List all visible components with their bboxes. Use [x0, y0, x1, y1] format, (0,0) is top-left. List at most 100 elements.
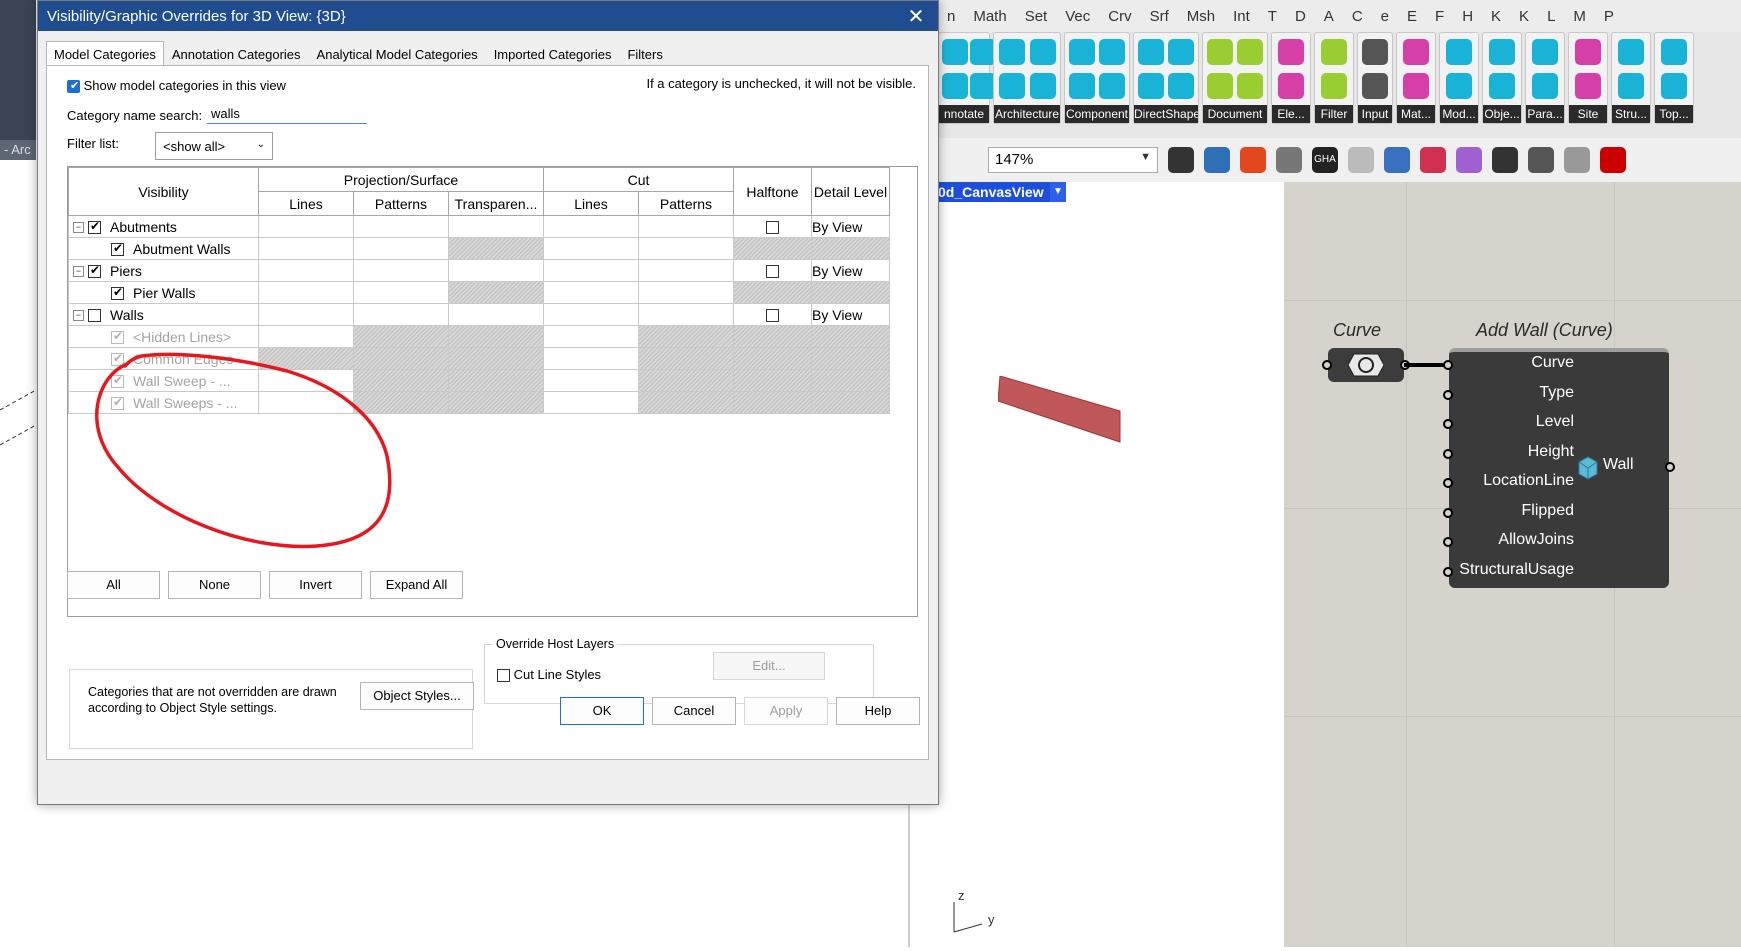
visibility-cell[interactable]: − Walls [68, 303, 259, 326]
override-cell[interactable] [448, 303, 544, 326]
detail-level-cell[interactable] [811, 391, 890, 414]
cancel-button[interactable]: Cancel [652, 697, 736, 725]
ribbon-group-label[interactable]: Stru... [1612, 105, 1650, 123]
input-port[interactable] [1443, 537, 1453, 547]
halftone-cell[interactable] [733, 391, 812, 414]
edit-button[interactable]: Edit... [713, 652, 825, 680]
tab-model-categories[interactable]: Model Categories [46, 41, 164, 65]
col-detail-level[interactable]: Detail Level [811, 167, 890, 216]
table-row[interactable]: Wall Sweeps - ... [68, 391, 890, 414]
component-icon[interactable] [1489, 73, 1515, 99]
revit-view-tab[interactable]: - Arc [0, 140, 36, 160]
ribbon-group-label[interactable]: Top... [1655, 105, 1693, 123]
override-cell[interactable] [353, 259, 449, 282]
ribbon-group-label[interactable]: Mat... [1397, 105, 1435, 123]
visibility-cell[interactable]: Wall Sweep - ... [68, 369, 259, 392]
override-cell[interactable] [543, 281, 639, 304]
override-cell[interactable] [258, 369, 354, 392]
component-icon[interactable] [998, 73, 1025, 99]
input-port[interactable] [1443, 448, 1453, 459]
component-icon[interactable] [1207, 39, 1233, 65]
table-row[interactable]: Common Edges [68, 347, 890, 370]
override-cell[interactable] [258, 347, 354, 370]
component-icon[interactable] [1489, 39, 1515, 65]
ribbon-group-label[interactable]: Ele... [1272, 105, 1310, 123]
table-row[interactable]: − Abutments By View [68, 215, 890, 238]
override-cell[interactable] [543, 369, 639, 392]
override-cell[interactable] [638, 347, 734, 370]
override-cell[interactable] [353, 303, 449, 326]
gh-menu-item[interactable]: Math [964, 8, 1015, 25]
override-cell[interactable] [543, 391, 639, 414]
visibility-cell[interactable]: <Hidden Lines> [68, 325, 259, 348]
override-cell[interactable] [448, 215, 544, 238]
canvas-view-tab[interactable]: 0d_CanvasView ▼ [938, 182, 1066, 202]
detail-level-cell[interactable] [811, 281, 890, 304]
col-cut-lines[interactable]: Lines [543, 191, 639, 216]
override-cell[interactable] [448, 369, 544, 392]
ribbon-group-label[interactable]: Mod... [1440, 105, 1478, 123]
override-cell[interactable] [543, 259, 639, 282]
override-cell[interactable] [638, 303, 734, 326]
gh-menu-item[interactable]: H [1453, 8, 1482, 25]
component-icon[interactable] [1138, 73, 1164, 99]
invert-button[interactable]: Invert [269, 571, 362, 599]
visibility-checkbox[interactable] [88, 309, 101, 323]
sketch-icon[interactable] [1240, 147, 1266, 173]
override-cell[interactable] [448, 237, 544, 260]
detail-level-cell[interactable] [811, 347, 890, 370]
gh-menu-item[interactable]: T [1259, 8, 1286, 25]
component-icon[interactable] [1099, 39, 1125, 65]
visibility-checkbox[interactable] [111, 373, 124, 389]
collapse-icon[interactable]: − [73, 222, 84, 234]
component-icon[interactable] [1446, 73, 1472, 99]
override-cell[interactable] [258, 281, 354, 304]
gh-menu-item[interactable]: Msh [1178, 8, 1224, 25]
override-cell[interactable] [543, 215, 639, 238]
curve-param-component[interactable] [1322, 348, 1410, 382]
visibility-cell[interactable]: − Abutments [68, 215, 259, 238]
override-cell[interactable] [258, 325, 354, 348]
panel-icon[interactable] [1348, 147, 1374, 173]
ribbon-group-label[interactable]: Input [1358, 105, 1392, 123]
component-icon[interactable] [1661, 39, 1687, 65]
preview-eye-icon[interactable] [1204, 147, 1230, 173]
input-port[interactable] [1443, 507, 1453, 518]
table-row[interactable]: − Walls By View [68, 303, 890, 326]
input-port[interactable] [1443, 478, 1453, 488]
chevron-down-icon[interactable]: ▼ [1050, 182, 1066, 202]
package-icon[interactable] [1420, 147, 1446, 173]
component-icon[interactable] [1321, 39, 1347, 65]
component-icon[interactable] [1532, 73, 1558, 99]
zoom-combobox[interactable]: 147% ▼ [988, 147, 1158, 173]
col-halftone[interactable]: Halftone [733, 167, 812, 216]
rhino-viewport[interactable] [938, 202, 1284, 947]
halftone-cell[interactable] [733, 281, 812, 304]
cut-line-styles-row[interactable]: Cut Line Styles [497, 667, 601, 683]
visibility-checkbox[interactable] [111, 241, 124, 257]
visibility-checkbox[interactable] [88, 263, 101, 279]
override-cell[interactable] [448, 259, 544, 282]
override-cell[interactable] [258, 215, 354, 238]
component-icon[interactable] [1618, 73, 1644, 99]
gh-menu-item[interactable]: M [1564, 8, 1595, 25]
override-cell[interactable] [258, 391, 354, 414]
cut-line-styles-checkbox[interactable] [497, 669, 510, 683]
input-port[interactable] [1443, 389, 1453, 400]
override-cell[interactable] [543, 303, 639, 326]
visibility-checkbox[interactable] [88, 219, 101, 235]
visibility-cell[interactable]: − Piers [68, 259, 259, 282]
halftone-checkbox[interactable] [766, 221, 779, 235]
halftone-cell[interactable] [733, 369, 812, 392]
override-cell[interactable] [638, 391, 734, 414]
component-icon[interactable] [942, 39, 968, 65]
override-cell[interactable] [543, 237, 639, 260]
none-button[interactable]: None [168, 571, 261, 599]
table-row[interactable]: Wall Sweep - ... [68, 369, 890, 392]
filter-list-select[interactable]: <show all> ⌄ [155, 132, 273, 160]
component-icon[interactable] [1278, 39, 1304, 65]
gh-menu-item[interactable]: Int [1224, 8, 1259, 25]
input-port[interactable] [1322, 360, 1332, 370]
component-icon[interactable] [1403, 39, 1429, 65]
gh-menu-item[interactable]: A [1315, 8, 1343, 25]
